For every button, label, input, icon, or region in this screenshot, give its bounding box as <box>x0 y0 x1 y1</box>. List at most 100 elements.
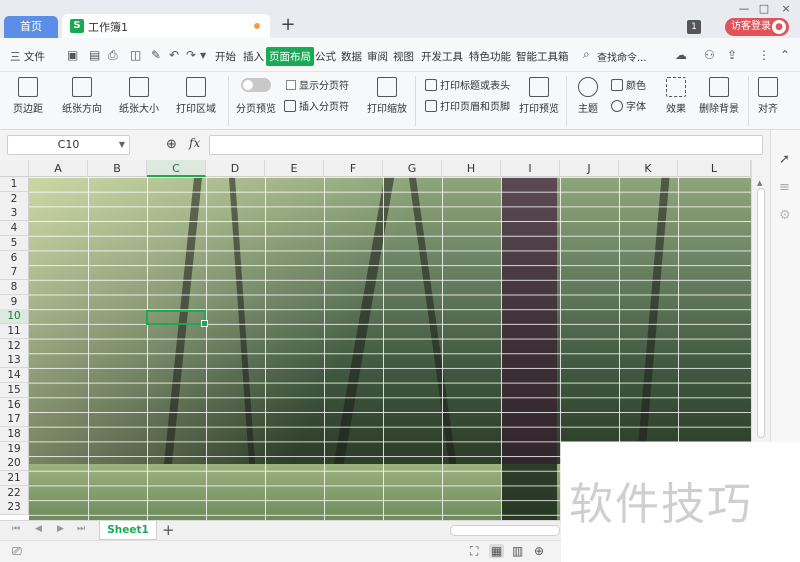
row-header[interactable]: 18 <box>0 426 29 442</box>
page-layout-view-icon[interactable]: ▥ <box>512 544 523 558</box>
row-header[interactable]: 14 <box>0 368 29 384</box>
column-header[interactable]: L <box>678 160 751 177</box>
insert-page-break-button[interactable]: 插入分页符 <box>284 98 349 113</box>
row-header[interactable]: 19 <box>0 441 29 457</box>
column-header[interactable]: E <box>265 160 324 177</box>
column-header-selected[interactable]: C <box>147 160 206 177</box>
row-header[interactable]: 4 <box>0 221 29 237</box>
paper-size-button[interactable]: 纸张大小 <box>113 77 165 115</box>
prev-sheet-icon[interactable]: ◀ <box>35 524 42 534</box>
home-tab[interactable]: 首页 <box>4 16 58 38</box>
effects-button[interactable]: 效果 <box>660 77 692 115</box>
row-header[interactable]: 12 <box>0 338 29 354</box>
column-header[interactable]: B <box>88 160 147 177</box>
row-header[interactable]: 23 <box>0 500 29 516</box>
window-count-badge[interactable]: 1 <box>687 20 701 34</box>
row-header[interactable]: 6 <box>0 250 29 266</box>
document-tab[interactable]: S 工作簿1 <box>62 14 270 38</box>
print-scale-button[interactable]: 打印缩放 <box>362 77 412 115</box>
last-sheet-icon[interactable]: ⏭ <box>77 524 85 534</box>
select-all-corner[interactable] <box>0 160 29 177</box>
row-header[interactable]: 17 <box>0 412 29 428</box>
row-header[interactable]: 3 <box>0 206 29 222</box>
column-header[interactable]: I <box>501 160 560 177</box>
print-area-button[interactable]: 打印区域 <box>170 77 222 115</box>
collapse-ribbon-icon[interactable]: ⌃ <box>780 48 790 62</box>
minimize-button[interactable]: — <box>736 2 752 15</box>
print-titles-button[interactable]: 打印标题或表头 <box>425 77 510 92</box>
insert-function-button[interactable]: fx <box>189 136 200 150</box>
row-header[interactable]: 11 <box>0 324 29 339</box>
file-menu[interactable]: 三 文件 <box>10 49 45 64</box>
settings-icon[interactable]: ⚙ <box>779 208 791 223</box>
next-sheet-icon[interactable]: ▶ <box>57 524 64 534</box>
command-search[interactable]: 查找命令... <box>597 49 647 64</box>
row-header[interactable]: 7 <box>0 265 29 281</box>
column-header[interactable]: F <box>324 160 383 177</box>
fonts-button[interactable]: 字体 <box>611 98 646 113</box>
print-header-footer-button[interactable]: 打印页眉和页脚 <box>425 98 510 113</box>
tab-page-layout[interactable]: 页面布局 <box>266 47 314 66</box>
new-tab-button[interactable]: + <box>278 16 298 36</box>
select-cursor-icon[interactable]: ➚ <box>779 152 790 167</box>
add-sheet-button[interactable]: + <box>162 521 175 539</box>
margins-button[interactable]: 页边距 <box>8 77 48 115</box>
sheet-tab-sheet1[interactable]: Sheet1 <box>99 521 157 540</box>
normal-view-icon[interactable]: ▦ <box>489 544 505 558</box>
close-button[interactable]: × <box>778 2 794 15</box>
align-button[interactable]: 对齐 <box>753 77 783 115</box>
row-header[interactable]: 20 <box>0 456 29 472</box>
selected-cell[interactable] <box>146 310 208 327</box>
scrollbar-thumb[interactable] <box>757 188 765 438</box>
row-header[interactable]: 2 <box>0 191 29 207</box>
maximize-button[interactable]: □ <box>756 2 772 15</box>
row-header[interactable]: 15 <box>0 382 29 398</box>
orientation-button[interactable]: 纸张方向 <box>56 77 108 115</box>
print-preview-button[interactable]: 打印预览 <box>516 77 562 115</box>
column-header[interactable]: H <box>442 160 501 177</box>
row-header[interactable]: 9 <box>0 294 29 310</box>
guest-login-button[interactable]: 访客登录 ● <box>725 18 789 36</box>
share-icon[interactable]: ⇪ <box>727 48 737 62</box>
column-header[interactable]: G <box>383 160 442 177</box>
print-preview-icon[interactable]: ◫ <box>130 48 141 62</box>
tab-formulas[interactable]: 公式 <box>315 49 336 64</box>
row-header[interactable]: 22 <box>0 485 29 501</box>
redo-icon[interactable]: ↷ <box>186 48 196 62</box>
zoom-icon[interactable]: ⊕ <box>166 137 177 152</box>
format-painter-icon[interactable]: ✎ <box>151 48 161 62</box>
colors-button[interactable]: 颜色 <box>611 77 646 92</box>
tab-view[interactable]: 视图 <box>393 49 414 64</box>
cloud-icon[interactable]: ☁ <box>675 48 687 62</box>
fullscreen-icon[interactable]: ⛶ <box>470 544 478 559</box>
page-break-preview-toggle[interactable] <box>241 78 271 92</box>
first-sheet-icon[interactable]: ⏮ <box>12 524 20 534</box>
column-header[interactable]: K <box>619 160 678 177</box>
quick-access-dropdown-icon[interactable]: ▼ <box>200 51 206 60</box>
scroll-up-icon[interactable]: ▲ <box>757 179 762 187</box>
more-icon[interactable]: ⋮ <box>758 48 770 62</box>
row-header[interactable]: 21 <box>0 471 29 486</box>
tab-review[interactable]: 审阅 <box>367 49 388 64</box>
tab-smart-toolbox[interactable]: 智能工具箱 <box>516 49 569 64</box>
theme-button[interactable]: 主题 <box>571 77 605 115</box>
name-box[interactable]: C10 ▼ <box>7 135 130 155</box>
undo-icon[interactable]: ↶ <box>169 48 179 62</box>
column-header[interactable]: A <box>29 160 88 177</box>
remove-background-button[interactable]: 删除背景 <box>697 77 741 115</box>
page-break-view-icon[interactable]: ⊕ <box>534 544 544 558</box>
tab-data[interactable]: 数据 <box>341 49 362 64</box>
tab-home[interactable]: 开始 <box>215 49 236 64</box>
print-icon[interactable]: ⎙ <box>108 48 118 63</box>
column-header[interactable]: D <box>206 160 265 177</box>
macro-record-icon[interactable]: ⎚ <box>12 544 22 559</box>
tab-developer[interactable]: 开发工具 <box>421 49 463 64</box>
show-page-breaks-checkbox[interactable]: 显示分页符 <box>286 77 349 92</box>
row-header[interactable]: 13 <box>0 353 29 369</box>
export-pdf-icon[interactable]: ▤ <box>89 48 100 62</box>
row-header[interactable]: 16 <box>0 397 29 413</box>
row-header[interactable]: 5 <box>0 235 29 251</box>
tab-special-features[interactable]: 特色功能 <box>469 49 511 64</box>
formula-input[interactable] <box>209 135 763 155</box>
row-header[interactable]: 1 <box>0 177 29 192</box>
